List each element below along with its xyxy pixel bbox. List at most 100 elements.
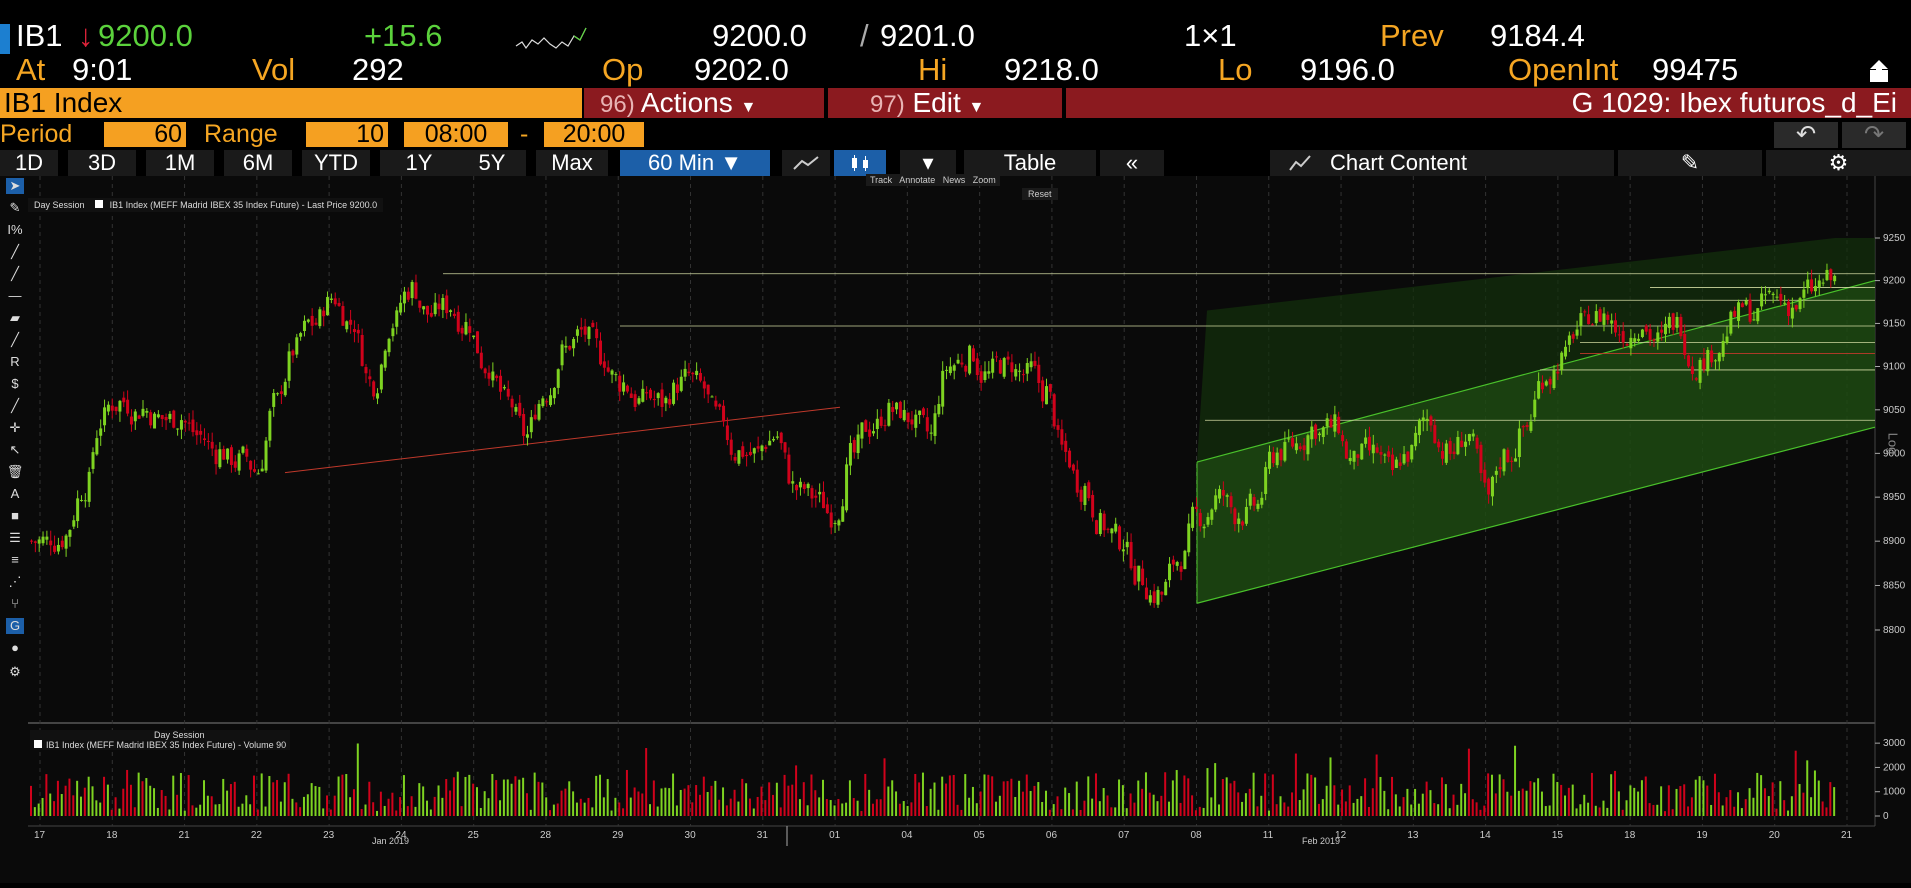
pencil-icon[interactable]: ✎ [6, 200, 24, 216]
candlestick-icon[interactable] [834, 150, 886, 176]
tab-5y[interactable]: 5Y [458, 150, 526, 176]
candle-body [1279, 449, 1283, 461]
interval-dropdown[interactable]: 60 Min ▼ [620, 150, 770, 176]
tab-1y[interactable]: 1Y [380, 150, 458, 176]
line-chart-icon[interactable] [782, 150, 830, 176]
news-button[interactable]: News [943, 175, 966, 185]
security-field[interactable]: IB1 Index [0, 88, 582, 118]
candle-body [149, 412, 153, 426]
arrow-tool-icon[interactable]: ↖ [6, 442, 24, 458]
candle-body [1629, 337, 1633, 349]
fork-icon[interactable]: ⑂ [6, 596, 24, 612]
edit-menu-button[interactable]: 97) Edit ▼ [828, 88, 1062, 118]
volume-bar [1144, 772, 1147, 816]
tab-3d[interactable]: 3D [68, 150, 136, 176]
volume-tick-label: 2000 [1883, 762, 1906, 773]
volume-bar [1417, 803, 1420, 816]
volume-bar [591, 807, 594, 816]
ray-tool-icon[interactable]: ╱ [6, 266, 24, 282]
candle-body [514, 407, 518, 412]
table-button[interactable]: Table [964, 150, 1096, 176]
volume-bar [252, 775, 255, 816]
volume-bar [1713, 773, 1716, 816]
x-tick-label: 29 [612, 830, 624, 841]
refresh-icon[interactable]: G [6, 618, 24, 634]
volume-bar [187, 775, 190, 816]
crosshair-icon[interactable]: ✛ [6, 420, 24, 436]
candle-body [1302, 445, 1306, 451]
cursor-icon[interactable]: ➤ [6, 178, 24, 194]
volume-bar [145, 778, 148, 816]
export-icon[interactable] [1866, 58, 1892, 84]
chart-content-button[interactable]: Chart Content [1270, 150, 1614, 176]
volume-bar [1129, 793, 1132, 816]
rectangle-icon[interactable]: ■ [6, 508, 24, 524]
text-tool-icon[interactable]: A [6, 486, 24, 502]
tab-6m[interactable]: 6M [224, 150, 292, 176]
volume-bar [1321, 799, 1324, 816]
tab-1d[interactable]: 1D [0, 150, 58, 176]
volume-bar [1068, 793, 1071, 816]
settings-icon[interactable]: ⚙ [6, 664, 24, 680]
undo-icon[interactable]: ↶ [1774, 122, 1838, 148]
regression-icon[interactable]: R [6, 354, 24, 370]
tab-1m[interactable]: 1M [146, 150, 214, 176]
gear-icon[interactable]: ⚙ [1766, 150, 1911, 176]
chevron-down-icon: ▼ [740, 99, 757, 116]
volume-bar [983, 774, 986, 816]
reset-button[interactable]: Reset [1022, 188, 1058, 200]
chart-type-dropdown[interactable]: ▾ [900, 150, 956, 176]
zoom-button[interactable]: Zoom [973, 175, 996, 185]
candle-body [1094, 520, 1098, 535]
candle-body [126, 399, 130, 414]
volume-bar [345, 774, 348, 816]
candle-body [153, 413, 157, 429]
open-label: Op [602, 52, 644, 87]
period-field[interactable]: 60 [104, 122, 186, 147]
candle-body [791, 481, 795, 484]
candle-body [1571, 334, 1575, 339]
list-icon[interactable]: ≡ [6, 552, 24, 568]
table-tool-icon[interactable]: ☰ [6, 530, 24, 546]
tab-max[interactable]: Max [536, 150, 608, 176]
candle-body [1179, 566, 1183, 572]
candle-body [752, 448, 756, 454]
candle-body [691, 372, 695, 375]
volume-bar [299, 807, 302, 816]
x-tick-label: 21 [179, 830, 191, 841]
price-chart[interactable]: 9250920091509100905090008950890088508800… [0, 176, 1911, 883]
start-time-field[interactable]: 08:00 [404, 122, 508, 147]
volume-bar [56, 780, 59, 816]
candle-body [1248, 493, 1252, 506]
tab-ytd[interactable]: YTD [302, 150, 370, 176]
range-field[interactable]: 10 [306, 122, 388, 147]
dollar-tool-icon[interactable]: $ [6, 376, 24, 392]
dotted-line-icon[interactable]: ⋰ [6, 574, 24, 590]
log-scale-label[interactable]: Log [1885, 433, 1900, 455]
x-tick-label: 05 [974, 830, 986, 841]
trend-tool-icon[interactable]: ╱ [6, 332, 24, 348]
horizontal-line-icon[interactable]: — [6, 288, 24, 304]
trash-icon[interactable]: 🗑 [6, 464, 24, 480]
volume-bar [1698, 776, 1701, 816]
candle-body [1594, 311, 1598, 324]
track-button[interactable]: Track [870, 175, 892, 185]
redo-icon[interactable]: ↷ [1842, 122, 1906, 148]
pen-icon[interactable]: ╱ [6, 398, 24, 414]
volume-bar [99, 802, 102, 816]
collapse-icon[interactable]: « [1100, 150, 1164, 176]
actions-menu-button[interactable]: 96) Actions ▼ [584, 88, 824, 118]
channel-tool-icon[interactable]: ▰ [6, 310, 24, 326]
annotate-button[interactable]: Annotate [899, 175, 935, 185]
volume-bar [1521, 788, 1524, 816]
line-tool-icon[interactable]: ╱ [6, 244, 24, 260]
percent-tool-icon[interactable]: I% [6, 222, 24, 238]
graph-title[interactable]: G 1029: Ibex futuros_d_Ei [1066, 88, 1911, 118]
edit-chart-icon[interactable]: ✎ [1618, 150, 1762, 176]
chart-area[interactable]: 9250 9200 9150 9100 9050 9000 8950 8900 8850 8800… [0, 174, 1911, 883]
end-time-field[interactable]: 20:00 [544, 122, 644, 147]
candle-body [1306, 435, 1310, 455]
volume-bar [1771, 782, 1774, 816]
volume-bar [848, 780, 851, 816]
color-palette-icon[interactable]: ● [6, 640, 24, 656]
